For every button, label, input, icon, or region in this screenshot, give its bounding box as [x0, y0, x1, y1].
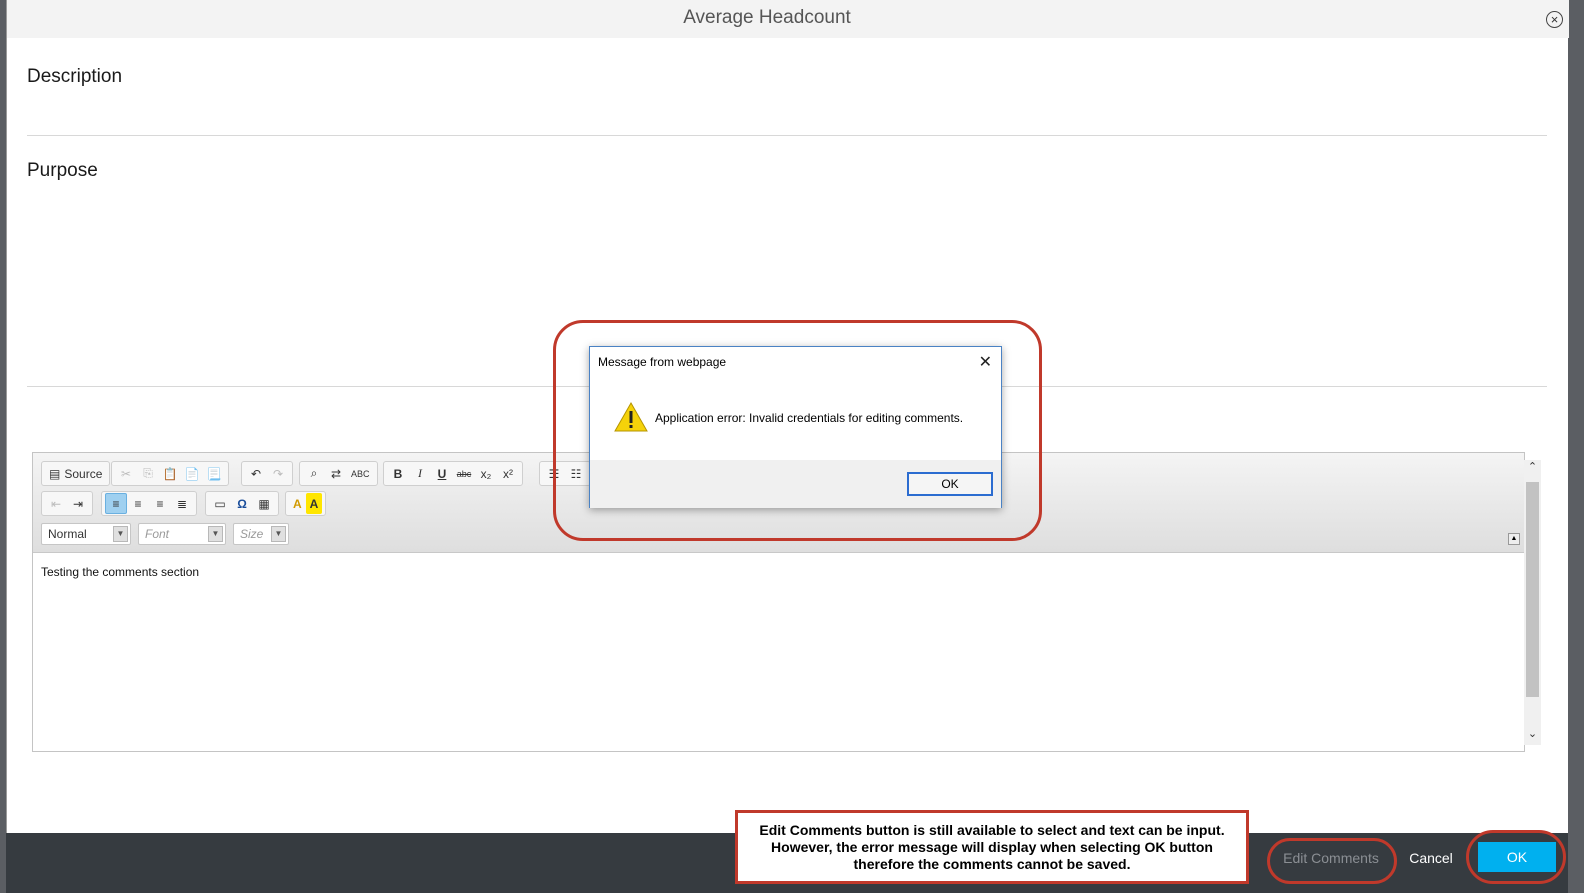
dialog-message: Application error: Invalid credentials f… — [655, 411, 964, 425]
toolbar-group-clipboard: ✂ ⎘ 📋 📄 📃 — [111, 461, 229, 486]
chevron-down-icon: ▼ — [208, 526, 223, 542]
paste-text-icon[interactable]: 📄 — [181, 463, 203, 484]
warning-icon — [614, 401, 648, 432]
paste-word-icon[interactable]: 📃 — [203, 463, 225, 484]
format-value: Normal — [48, 527, 87, 541]
table-icon[interactable]: ▦ — [253, 493, 275, 514]
vertical-scrollbar[interactable]: ⌃ ⌄ — [1524, 460, 1541, 745]
dialog-title: Message from webpage — [598, 355, 727, 369]
toolbar-group-find: ⌕ ⇄ ABC — [299, 461, 378, 486]
close-icon[interactable]: ✕ — [979, 352, 992, 372]
modal-header: Average Headcount × — [7, 0, 1569, 38]
underline-button[interactable]: U — [431, 463, 453, 484]
annotation-callout: Edit Comments button is still available … — [735, 810, 1249, 884]
annotation-line: However, the error message will display … — [771, 839, 1213, 855]
toolbar-group-undo: ↶ ↷ — [241, 461, 293, 486]
copy-icon[interactable]: ⎘ — [137, 463, 159, 484]
chevron-down-icon: ▼ — [113, 526, 128, 542]
cancel-button[interactable]: Cancel — [1402, 846, 1460, 870]
horizontal-rule-icon[interactable]: ▭ — [209, 493, 231, 514]
spellcheck-icon[interactable]: ABC — [347, 463, 374, 484]
annotation-line: therefore the comments cannot be saved. — [853, 856, 1131, 872]
annotation-ring — [1466, 830, 1566, 884]
toolbar-group-document: ▤ Source — [41, 461, 111, 486]
divider — [27, 135, 1547, 136]
align-justify-icon[interactable]: ≣ — [171, 493, 193, 514]
align-left-icon[interactable]: ≡ — [105, 493, 127, 514]
align-right-icon[interactable]: ≡ — [149, 493, 171, 514]
background-color-icon[interactable]: A — [305, 493, 323, 514]
modal-title: Average Headcount — [683, 7, 851, 28]
annotation-line: Edit Comments button is still available … — [759, 822, 1225, 838]
cut-icon[interactable]: ✂ — [115, 463, 137, 484]
format-select[interactable]: Normal ▼ — [41, 523, 131, 545]
special-char-icon[interactable]: Ω — [231, 493, 253, 514]
superscript-button[interactable]: x² — [497, 463, 519, 484]
purpose-heading: Purpose — [27, 160, 98, 181]
chevron-down-icon: ▼ — [271, 526, 286, 542]
toolbar-group-insert: ▭ Ω ▦ — [205, 491, 279, 516]
message-dialog: Message from webpage ✕ Application error… — [589, 346, 1002, 508]
redo-icon[interactable]: ↷ — [267, 463, 289, 484]
subscript-button[interactable]: x₂ — [475, 463, 497, 484]
scrollbar-thumb[interactable] — [1526, 482, 1539, 697]
toolbar-group-basicstyles: B I U abc x₂ x² — [383, 461, 523, 486]
scroll-down-icon[interactable]: ⌄ — [1524, 727, 1541, 745]
collapse-toolbar-icon[interactable]: ▲ — [1508, 533, 1520, 545]
undo-icon[interactable]: ↶ — [245, 463, 267, 484]
source-label: Source — [64, 466, 103, 481]
bold-button[interactable]: B — [387, 463, 409, 484]
find-icon[interactable]: ⌕ — [303, 463, 325, 484]
source-button[interactable]: ▤ Source — [45, 463, 106, 484]
font-value: Font — [145, 527, 170, 541]
replace-icon[interactable]: ⇄ — [325, 463, 347, 484]
font-select[interactable]: Font ▼ — [138, 523, 226, 545]
close-icon[interactable]: × — [1546, 11, 1563, 28]
align-center-icon[interactable]: ≡ — [127, 493, 149, 514]
indent-icon[interactable]: ⇥ — [67, 493, 89, 514]
italic-button[interactable]: I — [409, 463, 431, 484]
toolbar-group-colors: A A — [285, 491, 327, 516]
dialog-ok-button[interactable]: OK — [907, 472, 993, 496]
toolbar-group-indent: ⇤ ⇥ — [41, 491, 93, 516]
paste-icon[interactable]: 📋 — [159, 463, 181, 484]
toolbar-group-align: ≡ ≡ ≡ ≣ — [101, 491, 197, 516]
editor-content[interactable]: Testing the comments section — [41, 565, 199, 579]
outdent-icon[interactable]: ⇤ — [45, 493, 67, 514]
source-icon: ▤ — [49, 466, 61, 481]
scroll-up-icon[interactable]: ⌃ — [1524, 460, 1541, 478]
annotation-ring — [1267, 838, 1397, 884]
strikethrough-button[interactable]: abc — [453, 463, 475, 484]
size-value: Size — [240, 527, 264, 541]
size-select[interactable]: Size ▼ — [233, 523, 289, 545]
description-heading: Description — [27, 66, 123, 87]
text-color-icon[interactable]: A — [289, 493, 306, 514]
